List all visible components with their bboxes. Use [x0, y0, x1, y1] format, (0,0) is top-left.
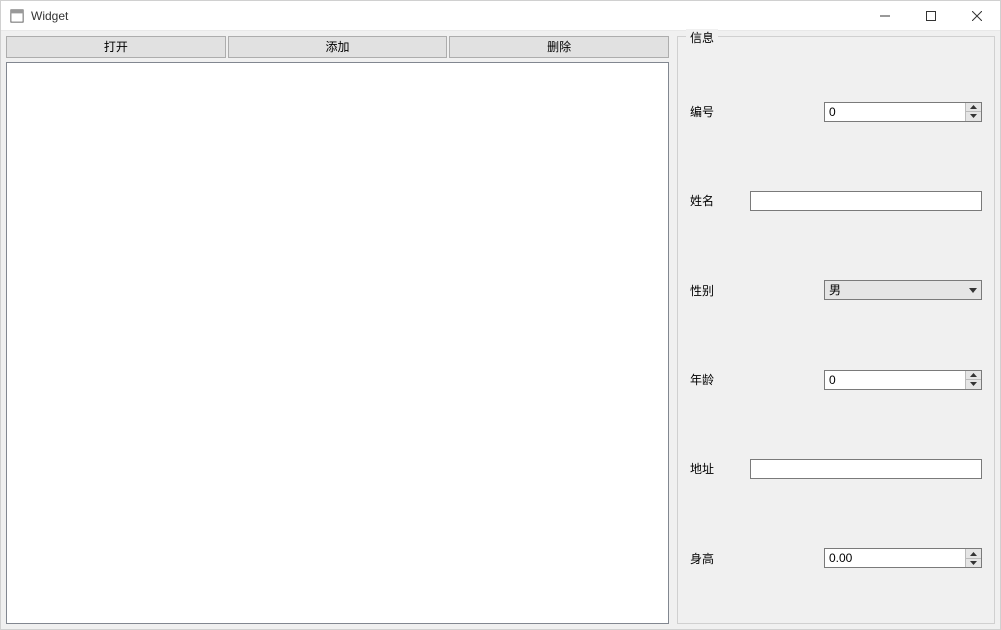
close-button[interactable] — [954, 1, 1000, 30]
left-panel: 打开 添加 删除 — [6, 36, 669, 624]
gender-combobox[interactable]: 男 — [824, 280, 982, 300]
name-input[interactable] — [750, 191, 982, 211]
height-spinbox[interactable]: 0.00 — [824, 548, 982, 568]
id-value: 0 — [825, 103, 965, 121]
toolbar: 打开 添加 删除 — [6, 36, 669, 58]
age-spin-controls — [965, 371, 981, 389]
id-spin-controls — [965, 103, 981, 121]
address-input[interactable] — [750, 459, 982, 479]
window-title: Widget — [31, 9, 862, 23]
age-spinbox[interactable]: 0 — [824, 370, 982, 390]
main-window: Widget 打开 添加 删除 信息 — [0, 0, 1001, 630]
gender-value: 男 — [825, 281, 965, 299]
name-row: 姓名 — [690, 191, 982, 211]
age-row: 年龄 0 — [690, 370, 982, 390]
height-row: 身高 0.00 — [690, 548, 982, 568]
add-button[interactable]: 添加 — [228, 36, 448, 58]
name-label: 姓名 — [690, 192, 750, 209]
gender-row: 性别 男 — [690, 280, 982, 300]
height-label: 身高 — [690, 550, 750, 567]
id-spinbox[interactable]: 0 — [824, 102, 982, 122]
list-view[interactable] — [6, 62, 669, 624]
height-spin-controls — [965, 549, 981, 567]
app-icon — [9, 8, 25, 24]
age-spin-down-icon[interactable] — [966, 380, 981, 389]
id-row: 编号 0 — [690, 102, 982, 122]
age-value: 0 — [825, 371, 965, 389]
id-spin-up-icon[interactable] — [966, 103, 981, 113]
content-area: 打开 添加 删除 信息 编号 0 — [1, 31, 1000, 629]
open-button[interactable]: 打开 — [6, 36, 226, 58]
chevron-down-icon — [965, 281, 981, 299]
delete-button[interactable]: 删除 — [449, 36, 669, 58]
address-label: 地址 — [690, 460, 750, 477]
form: 编号 0 姓名 — [678, 47, 994, 623]
height-spin-up-icon[interactable] — [966, 549, 981, 559]
groupbox-title: 信息 — [686, 29, 718, 46]
height-value: 0.00 — [825, 549, 965, 567]
id-spin-down-icon[interactable] — [966, 112, 981, 121]
titlebar: Widget — [1, 1, 1000, 31]
minimize-button[interactable] — [862, 1, 908, 30]
gender-label: 性别 — [690, 282, 750, 299]
info-groupbox: 信息 编号 0 — [677, 36, 995, 624]
right-panel: 信息 编号 0 — [677, 36, 995, 624]
age-spin-up-icon[interactable] — [966, 371, 981, 381]
id-label: 编号 — [690, 103, 750, 120]
maximize-button[interactable] — [908, 1, 954, 30]
height-spin-down-icon[interactable] — [966, 559, 981, 568]
address-row: 地址 — [690, 459, 982, 479]
age-label: 年龄 — [690, 371, 750, 388]
window-controls — [862, 1, 1000, 30]
